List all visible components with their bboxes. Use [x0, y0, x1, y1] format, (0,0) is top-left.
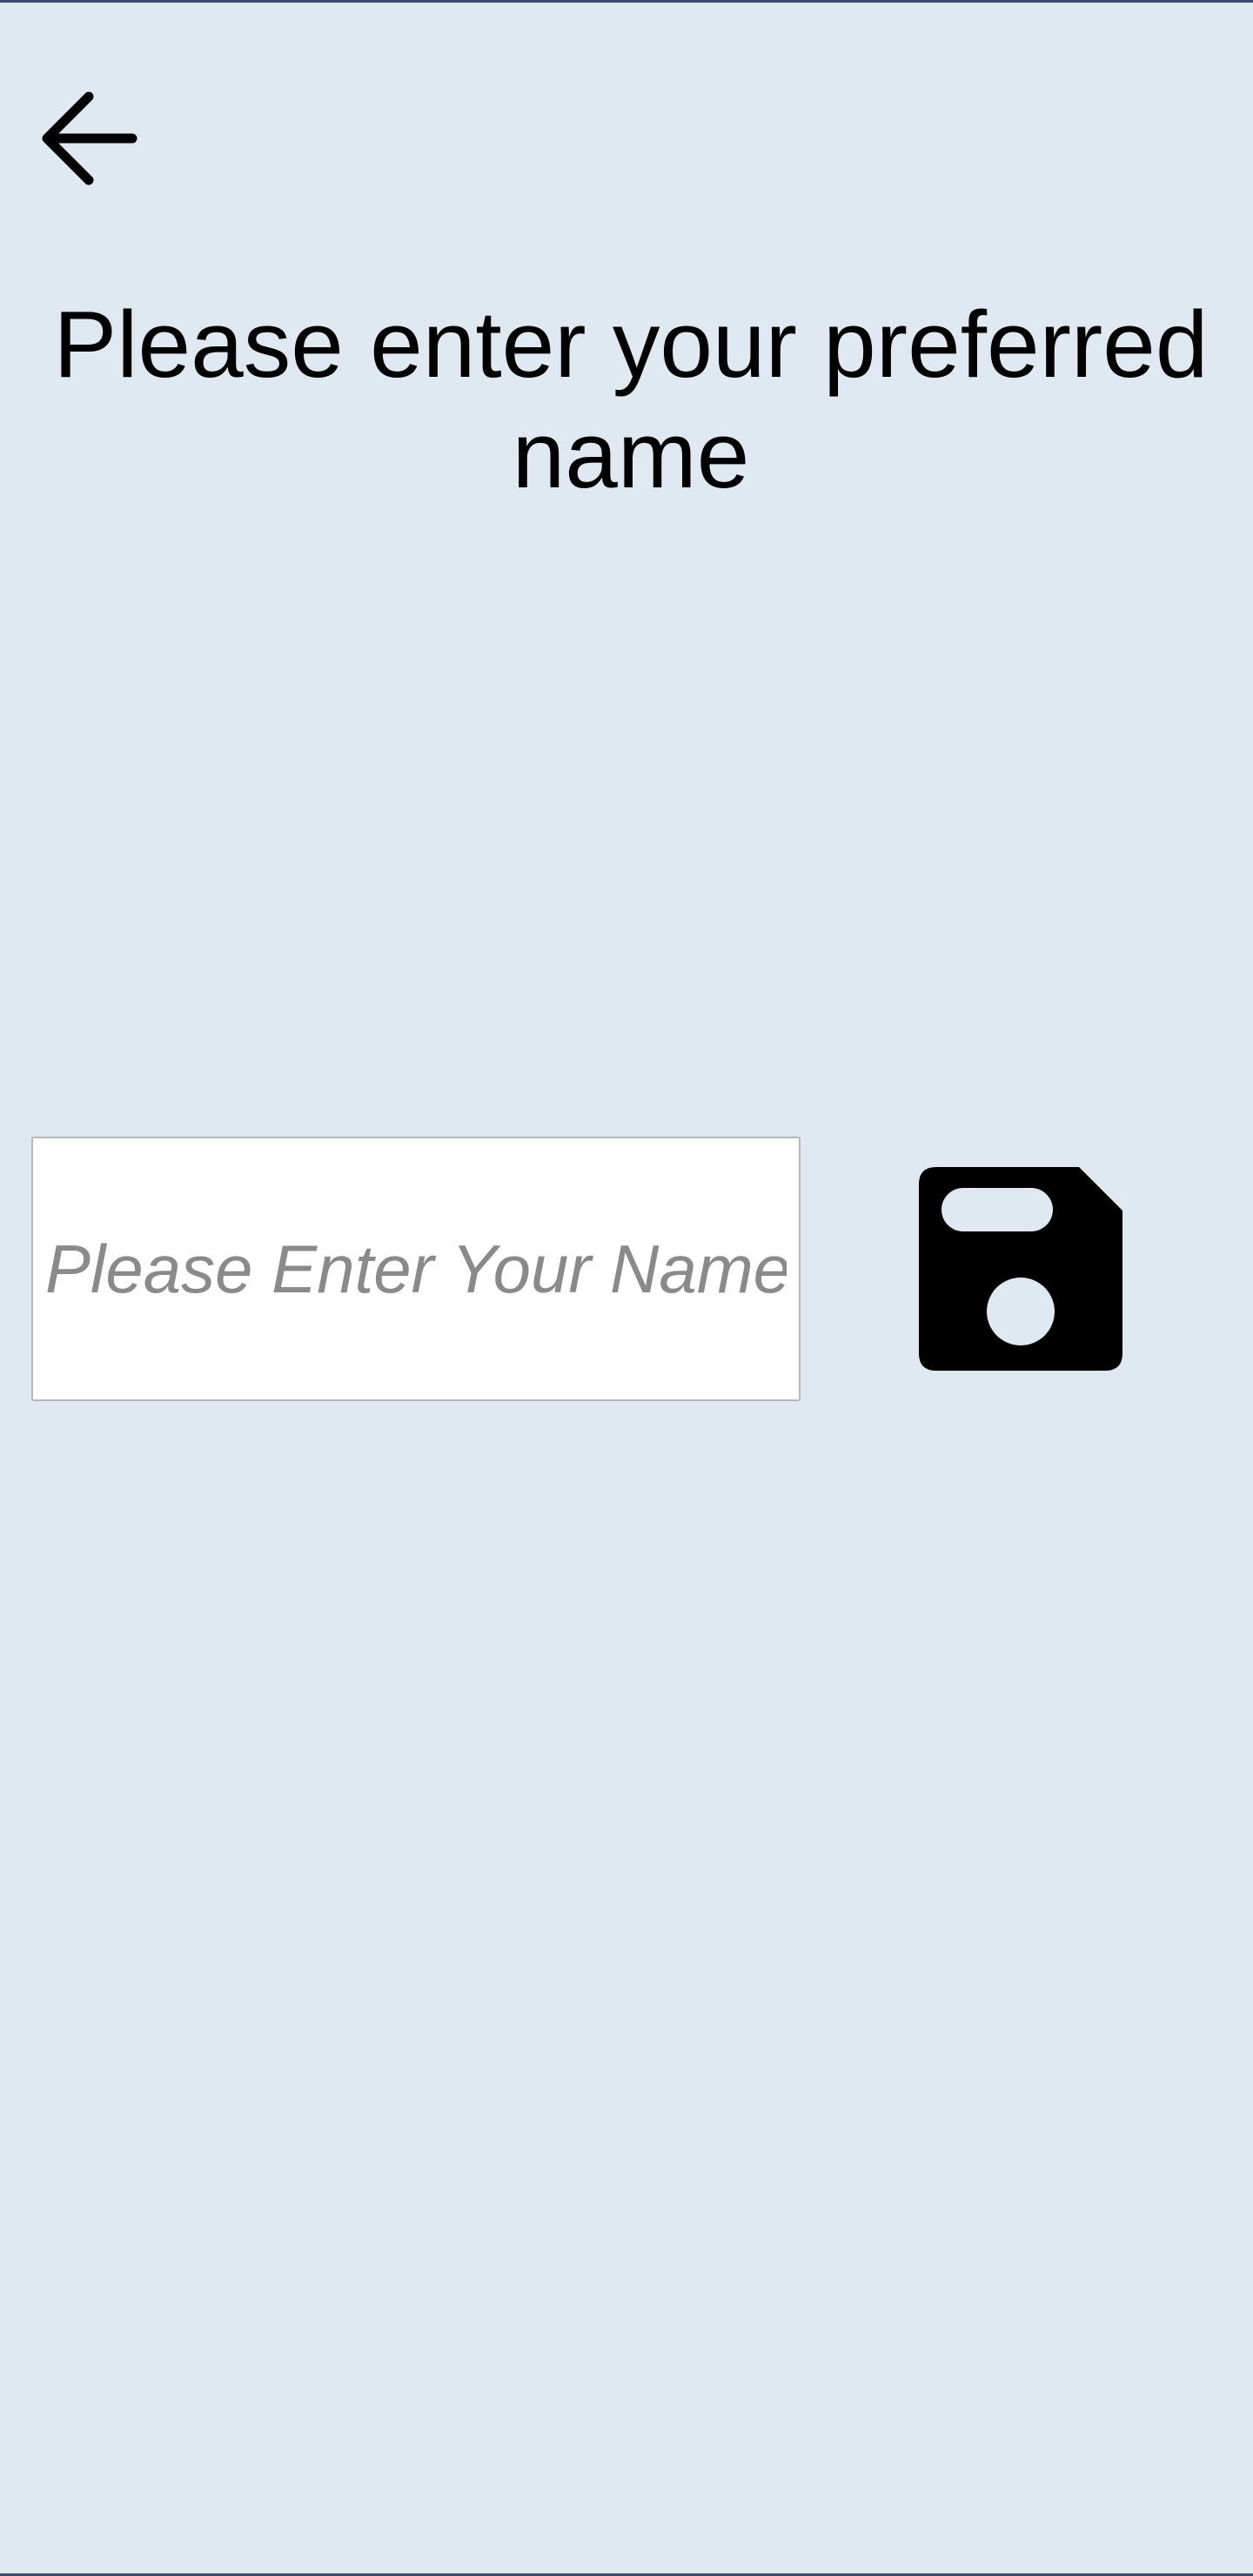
name-entry-screen: Please enter your preferred name — [0, 0, 1253, 2576]
arrow-left-icon — [42, 91, 137, 185]
floppy-disk-save-icon — [919, 1167, 1122, 1371]
name-input[interactable] — [31, 1137, 801, 1401]
page-title: Please enter your preferred name — [53, 292, 1209, 508]
save-button[interactable] — [919, 1167, 1122, 1371]
back-button[interactable] — [35, 81, 150, 196]
